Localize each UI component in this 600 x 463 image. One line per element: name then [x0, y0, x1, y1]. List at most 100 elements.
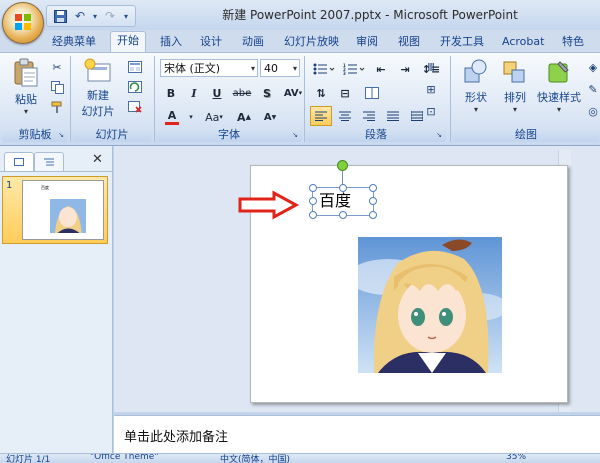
shrink-font-label: A	[263, 111, 272, 123]
shapes-button[interactable]: 形状 ▾	[456, 58, 496, 120]
tab-classic-menu[interactable]: 经典菜单	[46, 33, 102, 51]
group-divider	[70, 56, 71, 142]
arrange-button[interactable]: 排列 ▾	[498, 58, 532, 120]
shape-outline-icon[interactable]: ✎	[586, 80, 600, 98]
quick-styles-button[interactable]: 快速样式 ▾	[534, 58, 584, 120]
chevron-down-icon[interactable]: ▾	[186, 107, 196, 127]
arrange-icon	[503, 61, 525, 83]
font-color-button[interactable]: A	[160, 106, 184, 128]
font-launcher-icon[interactable]: ↘	[290, 130, 300, 140]
tab-special[interactable]: 特色功能	[556, 33, 600, 66]
tab-outline-pane[interactable]	[34, 152, 64, 172]
char-spacing-button[interactable]: AV ▾	[279, 83, 307, 103]
font-name-combo[interactable]: 宋体 (正文) ▾	[160, 59, 258, 77]
resize-handle[interactable]	[339, 211, 347, 219]
columns-icon[interactable]	[358, 83, 386, 103]
bold-button[interactable]: B	[160, 83, 182, 103]
resize-handle[interactable]	[369, 197, 377, 205]
tab-review[interactable]: 审阅	[350, 33, 384, 51]
redo-icon[interactable]: ↷	[101, 7, 119, 25]
tab-insert[interactable]: 插入	[154, 33, 188, 51]
resize-handle[interactable]	[309, 184, 317, 192]
office-button[interactable]	[2, 2, 44, 44]
thumbnail-title: 百度	[41, 185, 49, 190]
slide-thumbnail[interactable]: 百度	[22, 180, 104, 240]
shadow-button[interactable]: S	[256, 83, 278, 103]
shape-effects-icon[interactable]: ◎	[586, 102, 600, 120]
office-logo-icon	[15, 14, 31, 30]
arrange-label: 排列	[504, 91, 526, 104]
justify-icon[interactable]	[382, 106, 404, 126]
numbering-icon[interactable]: 123	[340, 59, 368, 79]
close-pane-icon[interactable]: ✕	[92, 152, 103, 167]
paste-icon	[14, 58, 38, 87]
red-arrow-icon	[238, 190, 300, 220]
convert-smartart-icon[interactable]: Ⅲ	[420, 58, 442, 76]
copy-icon[interactable]	[48, 78, 66, 96]
italic-button[interactable]: I	[183, 83, 205, 103]
tab-animation[interactable]: 动画	[236, 33, 270, 51]
font-size-combo[interactable]: 40 ▾	[260, 59, 300, 77]
chevron-down-icon: ▾	[250, 64, 255, 73]
underline-button[interactable]: U	[206, 83, 228, 103]
align-vertical-icon[interactable]: ⊞	[420, 80, 442, 98]
tab-developer[interactable]: 开发工具	[434, 33, 490, 51]
chevron-down-icon: ▾	[292, 64, 297, 73]
smartart-icon[interactable]: ⊡	[420, 102, 442, 120]
tab-home[interactable]: 开始	[110, 31, 146, 53]
resize-handle[interactable]	[369, 211, 377, 219]
notes-pane[interactable]: 单击此处添加备注	[114, 415, 600, 454]
theme-name: "Office Theme"	[90, 453, 159, 462]
font-size-value: 40	[264, 62, 278, 75]
shape-fill-icon[interactable]: ◈	[586, 58, 600, 76]
font-color-row: A ▾ Aa ▾ A ▲ A ▼	[160, 106, 282, 128]
resize-handle[interactable]	[309, 197, 317, 205]
grow-font-button[interactable]: A ▲	[232, 107, 256, 127]
shrink-font-button[interactable]: A ▼	[258, 107, 282, 127]
change-case-button[interactable]: Aa ▾	[198, 107, 230, 127]
zoom-level[interactable]: 35%	[506, 454, 526, 462]
direction-row: ⇅ ⊟	[310, 83, 386, 103]
text-box[interactable]: 百度	[309, 184, 377, 219]
slide-number: 1	[6, 180, 13, 191]
text-direction-icon[interactable]: ⇅	[310, 83, 332, 103]
increase-indent-icon[interactable]: ⇥	[394, 59, 416, 79]
undo-dropdown-icon[interactable]: ▾	[91, 7, 99, 25]
resize-handle[interactable]	[369, 184, 377, 192]
slide-picture[interactable]	[358, 237, 502, 373]
group-divider	[450, 56, 451, 142]
bullets-icon[interactable]	[310, 59, 338, 79]
clipboard-launcher-icon[interactable]: ↘	[56, 130, 66, 140]
change-case-label: Aa	[205, 110, 220, 124]
group-divider	[304, 56, 305, 142]
reset-icon[interactable]	[124, 78, 146, 96]
resize-handle[interactable]	[309, 211, 317, 219]
group-divider	[154, 56, 155, 142]
quick-styles-label: 快速样式	[537, 91, 581, 104]
align-right-icon[interactable]	[358, 106, 380, 126]
rotate-handle[interactable]	[337, 160, 348, 171]
tab-slideshow[interactable]: 幻灯片放映	[278, 33, 345, 51]
undo-icon[interactable]: ↶	[71, 7, 89, 25]
paragraph-launcher-icon[interactable]: ↘	[434, 130, 444, 140]
tab-design[interactable]: 设计	[194, 33, 228, 51]
format-painter-icon[interactable]	[48, 98, 66, 116]
new-slide-button[interactable]: 新建 幻灯片	[76, 58, 120, 120]
customize-icon[interactable]: ▾	[121, 7, 131, 25]
tab-acrobat[interactable]: Acrobat	[496, 33, 550, 51]
notes-placeholder: 单击此处添加备注	[124, 430, 229, 445]
align-text-icon[interactable]: ⊟	[334, 83, 356, 103]
tab-view[interactable]: 视图	[392, 33, 426, 51]
layout-icon[interactable]	[124, 58, 146, 76]
paste-button[interactable]: 粘贴 ▾	[8, 58, 44, 118]
cut-icon[interactable]: ✂	[48, 58, 66, 76]
strikethrough-button[interactable]: abe	[229, 83, 255, 103]
align-center-icon[interactable]	[334, 106, 356, 126]
align-left-icon[interactable]	[310, 106, 332, 126]
char-spacing-label: AV	[283, 87, 299, 99]
delete-slide-icon[interactable]	[124, 98, 146, 116]
resize-handle[interactable]	[339, 184, 347, 192]
tab-slides-pane[interactable]	[4, 152, 34, 172]
save-icon[interactable]	[51, 7, 69, 25]
decrease-indent-icon[interactable]: ⇤	[370, 59, 392, 79]
